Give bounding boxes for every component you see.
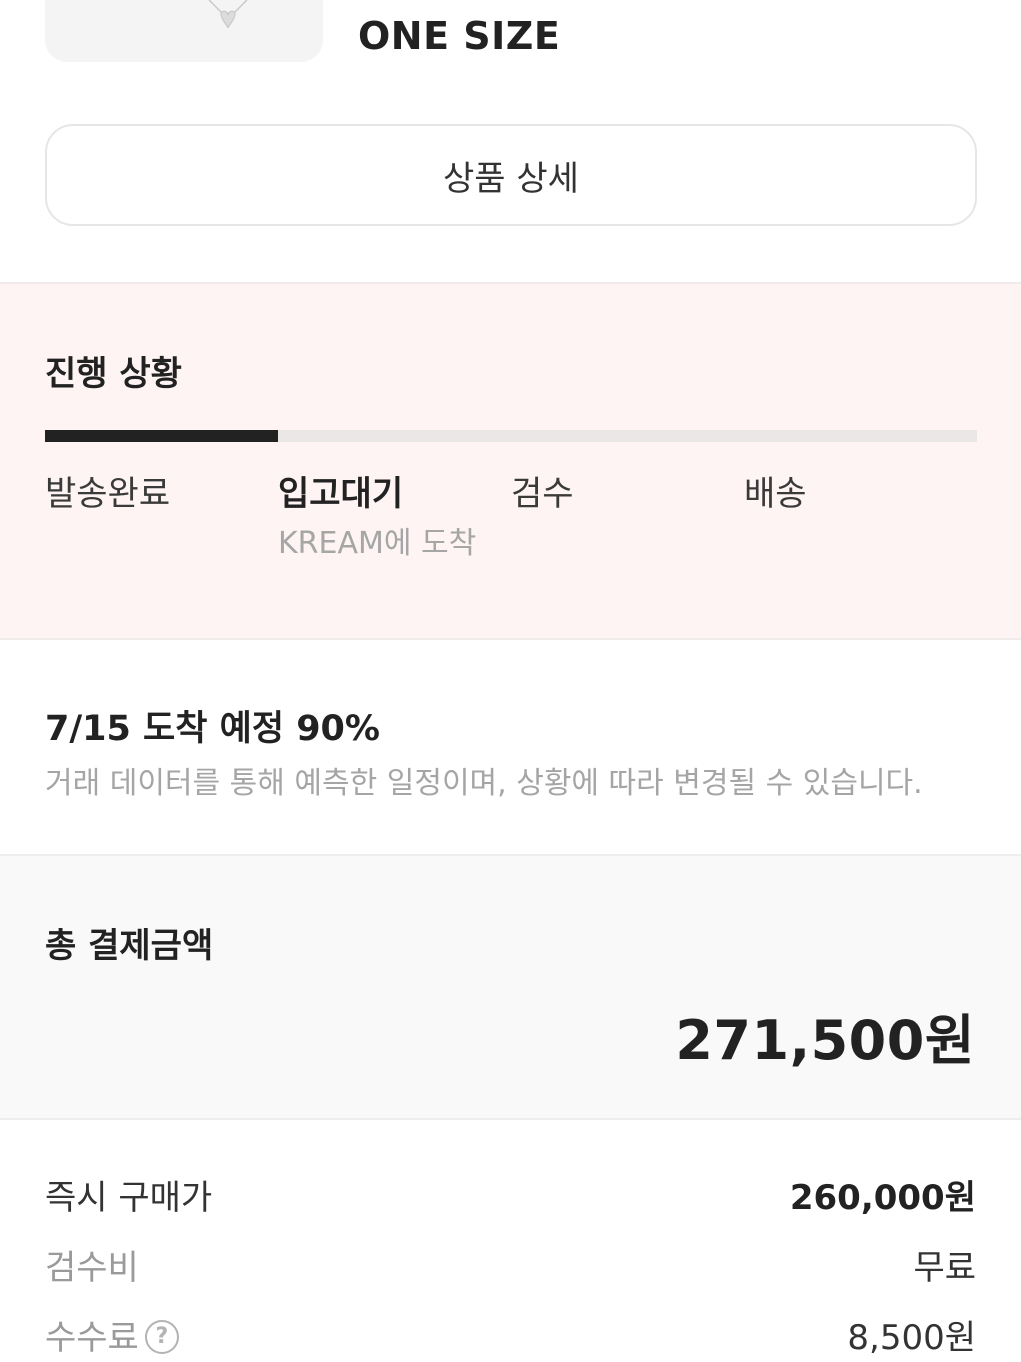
arrival-description: 거래 데이터를 통해 예측한 일정이며, 상황에 따라 변경될 수 있습니다. [45, 766, 923, 801]
instant-buy-price-value: 260,000원 [789, 1178, 976, 1218]
step-inspection: 검수 [511, 474, 574, 514]
step-awaiting-arrival-sub: KREAM에 도착 [278, 526, 477, 561]
payment-detail-page: ONE SIZE 상품 상세 진행 상황 발송완료 입고대기 KREAM에 도착… [0, 0, 1021, 1362]
arrival-estimate: 7/15 도착 예정 90% [45, 709, 380, 749]
step-shipped: 발송완료 [45, 474, 171, 514]
commission-fee-label: 수수료 [45, 1318, 139, 1358]
total-payment-label: 총 결제금액 [45, 926, 214, 966]
instant-buy-price-label: 즉시 구매가 [45, 1178, 213, 1218]
product-detail-button[interactable]: 상품 상세 [45, 124, 977, 226]
question-circle-icon[interactable]: ? [144, 1319, 179, 1354]
total-payment-section: 총 결제금액 271,500원 [0, 854, 1021, 1120]
commission-fee-value: 8,500원 [847, 1318, 976, 1358]
product-size: ONE SIZE [358, 14, 561, 58]
necklace-pendant-icon [208, 0, 248, 29]
product-thumbnail[interactable] [45, 0, 323, 62]
inspection-fee-label: 검수비 [45, 1248, 139, 1288]
commission-fee-row-label: 수수료? [45, 1310, 179, 1359]
progress-section: 진행 상황 발송완료 입고대기 KREAM에 도착 검수 배송 [0, 282, 1021, 640]
total-payment-amount: 271,500원 [675, 1009, 975, 1072]
step-awaiting-arrival: 입고대기 [278, 474, 404, 514]
progress-title: 진행 상황 [45, 354, 182, 394]
progress-bar [45, 430, 977, 442]
inspection-fee-value: 무료 [913, 1248, 976, 1288]
step-delivery: 배송 [744, 474, 807, 514]
progress-bar-fill [45, 430, 278, 442]
